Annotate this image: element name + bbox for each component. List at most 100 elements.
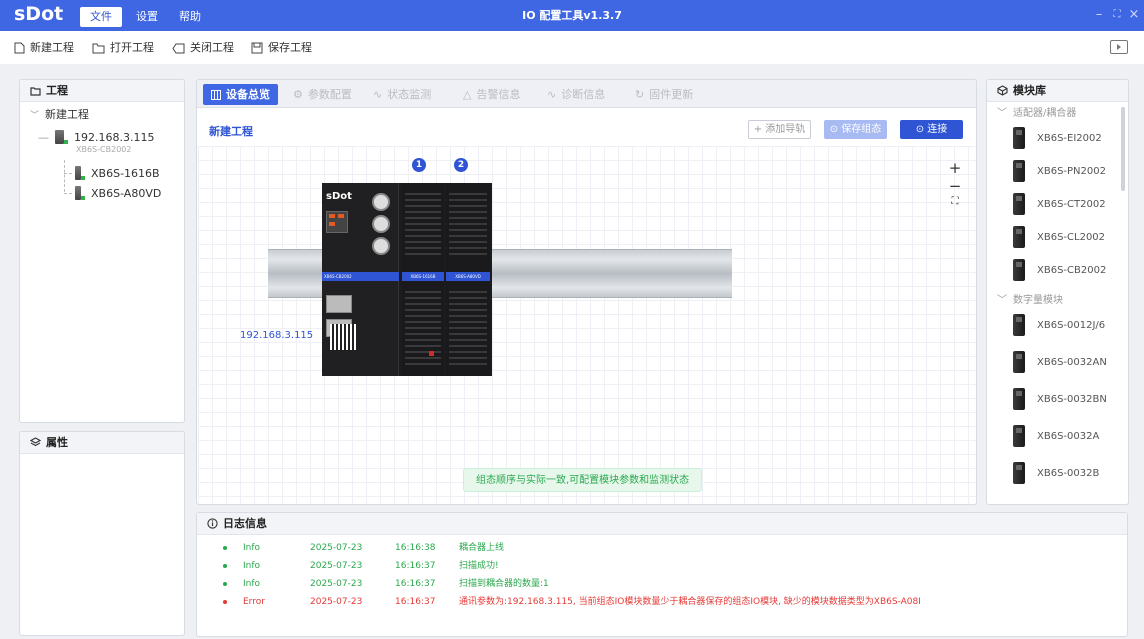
- device-ip-label: 192.168.3.115: [240, 330, 314, 341]
- new-file-icon: [14, 42, 25, 54]
- module-1-label-strip: XB6S-1616B: [402, 272, 444, 281]
- properties-panel-header: 属性: [20, 432, 184, 454]
- tab-diagnosis-label: 诊断信息: [561, 88, 606, 101]
- library-item[interactable]: XB6S-0032A: [1013, 424, 1099, 448]
- fit-screen-icon[interactable]: ⛶: [948, 196, 962, 207]
- io-device[interactable]: sDot XB6S-CB2002 XB6S-1616B XB6S-A80VD: [322, 183, 492, 376]
- library-item[interactable]: XB6S-CL2002: [1013, 225, 1105, 249]
- toolbar: 新建工程 打开工程 关闭工程 保存工程: [0, 31, 1144, 64]
- status-led-panel: [326, 211, 348, 233]
- tab-alarm[interactable]: △ 告警信息: [455, 84, 528, 105]
- module-icon: [1013, 425, 1025, 447]
- library-item[interactable]: XB6S-0032AN: [1013, 350, 1107, 374]
- ethernet-port-1: [326, 295, 352, 313]
- open-project-button[interactable]: 打开工程: [92, 40, 154, 56]
- tree-coupler[interactable]: — 192.168.3.115: [38, 130, 154, 144]
- collapse-icon: —: [38, 130, 49, 144]
- library-item[interactable]: XB6S-0032BN: [1013, 387, 1107, 411]
- log-message: 扫描到耦合器的数量:1: [459, 579, 549, 589]
- project-icon: [30, 86, 41, 96]
- topology-canvas[interactable]: + − ⛶ 1 2 sDot XB6S-CB2002 XB6S-1616B XB…: [198, 146, 976, 504]
- coupler-model: XB6S-CB2002: [76, 145, 132, 154]
- project-panel-title: 工程: [46, 83, 68, 97]
- module-1-error-led: [429, 351, 434, 356]
- slot-badge-2: 2: [454, 158, 468, 172]
- tree-root-label: 新建工程: [45, 108, 90, 121]
- open-project-label: 打开工程: [110, 41, 154, 54]
- pulse-icon: ∿: [373, 88, 383, 101]
- config-hint: 组态顺序与实际一致,可配置模块参数和监测状态: [463, 468, 703, 492]
- tab-bar: 设备总览 ⚙ 参数配置 ∿ 状态监测 △ 告警信息 ∿ 诊断信息 ↻ 固件更新: [197, 80, 976, 108]
- minimize-button[interactable]: –: [1091, 6, 1107, 24]
- tab-status[interactable]: ∿ 状态监测: [365, 84, 439, 105]
- tree-root[interactable]: ﹀ 新建工程: [30, 106, 89, 122]
- library-item[interactable]: XB6S-0032B: [1013, 461, 1099, 485]
- module-2-terminals-lower: [449, 287, 487, 367]
- library-group-label: 适配器/耦合器: [1013, 108, 1077, 119]
- tab-params[interactable]: ⚙ 参数配置: [285, 84, 360, 105]
- tab-firmware[interactable]: ↻ 固件更新: [627, 84, 701, 105]
- module-icon: [1013, 127, 1025, 149]
- connect-button[interactable]: ⊙ 连接: [900, 120, 963, 139]
- coupler-icon: [55, 130, 68, 144]
- module-icon: [1013, 388, 1025, 410]
- library-item-label: XB6S-0032BN: [1037, 393, 1107, 405]
- add-rail-button[interactable]: + 添加导轨: [748, 120, 811, 139]
- module-1-body: XB6S-1616B: [402, 183, 444, 376]
- zoom-in-button[interactable]: +: [948, 159, 962, 177]
- module-icon: [75, 186, 85, 200]
- panel-toggle-icon[interactable]: [1110, 40, 1128, 54]
- tab-diagnosis[interactable]: ∿ 诊断信息: [539, 84, 613, 105]
- log-row: Error 2025-07-23 16:16:37 通讯参数为:192.168.3.1…: [223, 594, 1103, 610]
- library-item[interactable]: XB6S-PN2002: [1013, 159, 1106, 183]
- log-time: 16:16:37: [395, 561, 436, 571]
- tree-branch: [64, 192, 72, 194]
- log-date: 2025-07-23: [310, 597, 363, 607]
- library-item[interactable]: XB6S-CB2002: [1013, 258, 1106, 282]
- close-project-button[interactable]: 关闭工程: [172, 40, 234, 56]
- layers-icon: [30, 437, 41, 447]
- module-icon: [75, 166, 85, 180]
- warning-icon: △: [463, 88, 472, 101]
- save-config-button[interactable]: ⊙ 保存组态: [824, 120, 887, 139]
- chevron-down-icon: ﹀: [30, 110, 40, 121]
- save-project-button[interactable]: 保存工程: [251, 40, 312, 56]
- log-panel: 日志信息 Info 2025-07-23 16:16:38 耦合器上线 Info 2025…: [196, 512, 1128, 637]
- library-item-label: XB6S-EI2002: [1037, 132, 1102, 144]
- library-item[interactable]: XB6S-CT2002: [1013, 192, 1106, 216]
- tree-module-2[interactable]: XB6S-A80VD: [64, 186, 161, 200]
- log-row: Info 2025-07-23 16:16:37 扫描到耦合器的数量:1: [223, 576, 1103, 592]
- log-date: 2025-07-23: [310, 543, 363, 553]
- close-window-button[interactable]: ×: [1126, 6, 1142, 24]
- project-title: 新建工程: [209, 125, 253, 138]
- zoom-out-button[interactable]: −: [948, 177, 962, 195]
- tab-overview[interactable]: 设备总览: [203, 84, 278, 105]
- log-message: 耦合器上线: [459, 543, 505, 553]
- library-group[interactable]: ﹀ 适配器/耦合器: [997, 104, 1076, 119]
- maximize-button[interactable]: ⛶: [1109, 6, 1125, 24]
- log-level-dot: [223, 582, 227, 586]
- save-icon: [251, 42, 263, 54]
- library-group[interactable]: ﹀ 数字量模块: [997, 291, 1063, 306]
- log-time: 16:16:37: [395, 579, 436, 589]
- library-scrollbar[interactable]: [1121, 107, 1125, 191]
- coupler-label-strip: XB6S-CB2002: [322, 272, 399, 281]
- library-item-label: XB6S-0032B: [1037, 467, 1100, 479]
- tree-module-1[interactable]: XB6S-1616B: [64, 166, 160, 180]
- close-project-label: 关闭工程: [190, 41, 234, 54]
- module-icon: [1013, 462, 1025, 484]
- new-project-button[interactable]: 新建工程: [14, 40, 74, 56]
- library-item[interactable]: XB6S-0012J/6: [1013, 313, 1105, 337]
- project-panel: 工程 ﹀ 新建工程 — 192.168.3.115 XB6S-CB2002 XB…: [19, 79, 185, 423]
- log-level: Info: [243, 543, 261, 553]
- plus-icon: +: [753, 124, 766, 135]
- diagnosis-icon: ∿: [547, 88, 557, 101]
- tab-status-label: 状态监测: [387, 88, 432, 101]
- project-panel-header: 工程: [20, 80, 184, 102]
- coupler-ip: 192.168.3.115: [74, 130, 155, 144]
- log-row: Info 2025-07-23 16:16:38 耦合器上线: [223, 540, 1103, 556]
- properties-panel-title: 属性: [46, 435, 68, 449]
- module-icon: [1013, 193, 1025, 215]
- chevron-down-icon: ﹀: [997, 295, 1007, 306]
- library-item[interactable]: XB6S-EI2002: [1013, 126, 1102, 150]
